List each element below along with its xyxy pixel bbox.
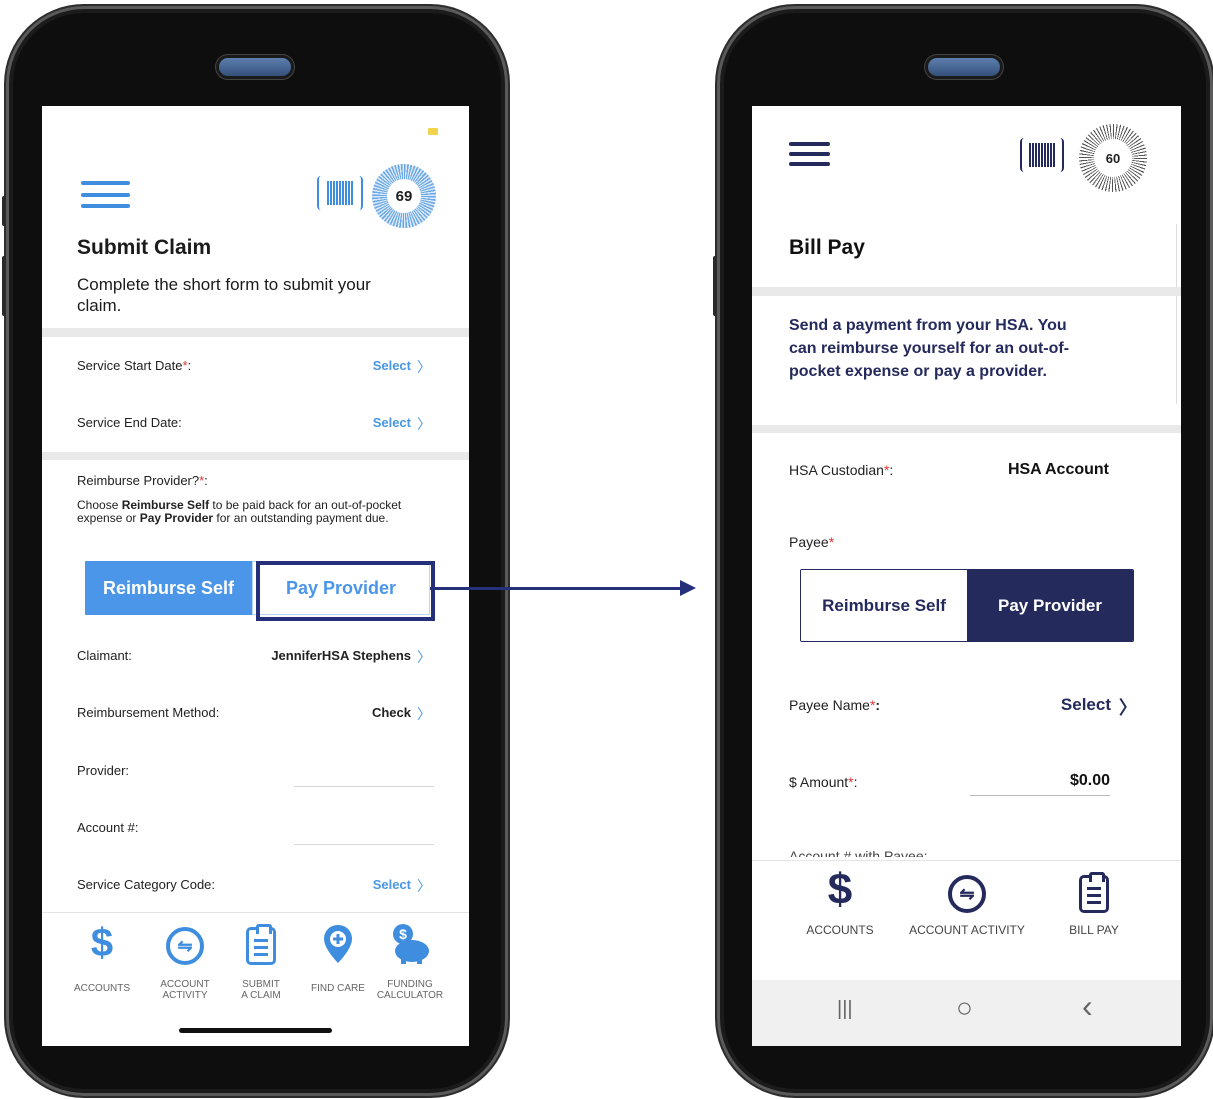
nav-label: ACCOUNT ACTIVITY (909, 923, 1025, 937)
section-divider (42, 452, 469, 460)
health-score-value: 69 (387, 179, 421, 213)
service-start-date-select[interactable]: Select (373, 358, 411, 373)
health-score-value: 60 (1094, 139, 1132, 177)
mute-switch (2, 196, 6, 226)
section-divider (42, 328, 469, 337)
barcode-scan-icon[interactable] (317, 176, 363, 210)
menu-icon[interactable] (81, 181, 130, 208)
left-phone-frame: 69 Submit Claim Complete the short form … (2, 6, 508, 1096)
nav-label: SUBMIT A CLAIM (241, 979, 281, 1001)
chevron-right-icon[interactable]: 〉 (417, 414, 431, 434)
page-description: Send a payment from your HSA. You can re… (789, 317, 1070, 380)
system-nav-bar: ||| ○ ‹ (752, 980, 1181, 1046)
payee-name-label: Payee Name*: (789, 697, 881, 713)
reimbursement-method-value[interactable]: Check (372, 705, 411, 720)
recents-button[interactable]: ||| (837, 998, 853, 1021)
nav-label: ACCOUNTS (806, 923, 874, 937)
arrow-connector (430, 587, 682, 590)
nav-find-care[interactable]: FIND CARE (300, 913, 376, 994)
section-divider (752, 425, 1181, 433)
earpiece-speaker (928, 58, 1000, 76)
dollar-icon: $ (90, 921, 114, 965)
svg-text:$: $ (399, 926, 407, 942)
back-button[interactable]: ‹ (1082, 988, 1093, 1025)
volume-button (713, 256, 717, 316)
account-number-label: Account #: (77, 820, 139, 835)
nav-accounts[interactable]: $ ACCOUNTS (802, 861, 878, 937)
nav-bill-pay[interactable]: BILL PAY (1060, 861, 1128, 936)
service-start-date-label: Service Start Date*: (77, 358, 192, 373)
service-end-date-select[interactable]: Select (373, 415, 411, 430)
dollar-icon: $ (827, 865, 853, 914)
nav-accounts[interactable]: $ ACCOUNTS (70, 913, 134, 994)
home-button[interactable]: ○ (956, 992, 973, 1024)
right-phone-frame: 60 Bill Pay Send a payment from your HSA… (713, 6, 1213, 1096)
health-score-badge[interactable]: 60 (1079, 124, 1147, 192)
scroll-indicator[interactable] (1176, 224, 1181, 404)
chevron-right-icon[interactable]: 〉 (417, 876, 431, 896)
service-category-select[interactable]: Select (373, 877, 411, 892)
earpiece-speaker (219, 58, 291, 76)
nav-label: FUNDING CALCULATOR (376, 979, 444, 1001)
nav-label: BILL PAY (1069, 923, 1119, 937)
home-indicator[interactable] (179, 1028, 332, 1033)
payee-name-select[interactable]: Select (1061, 695, 1111, 715)
arrow-head (680, 580, 696, 596)
chevron-right-icon[interactable]: 〉 (417, 704, 431, 724)
reimburse-provider-label: Reimburse Provider?*: (77, 473, 208, 488)
nav-submit-claim[interactable]: SUBMIT A CLAIM (228, 913, 294, 1001)
status-indicator (428, 128, 438, 135)
claimant-label: Claimant: (77, 648, 132, 663)
exchange-icon: ⇋ (948, 875, 986, 913)
chevron-right-icon[interactable]: 〉 (417, 357, 431, 377)
amount-value[interactable]: $0.00 (1070, 772, 1110, 790)
location-pin-icon (324, 925, 352, 963)
health-score-badge[interactable]: 69 (372, 164, 436, 228)
provider-label: Provider: (77, 763, 130, 778)
payee-label: Payee* (789, 534, 835, 550)
nav-account-activity[interactable]: ⇋ ACCOUNT ACTIVITY (907, 861, 1027, 936)
amount-label: $ Amount*: (789, 774, 858, 790)
hsa-custodian-label: HSA Custodian*: (789, 462, 894, 478)
page-description: Complete the short form to submit your c… (77, 275, 371, 315)
exchange-icon: ⇋ (166, 927, 204, 965)
nav-funding-calculator[interactable]: $ FUNDING CALCULATOR (372, 913, 448, 1001)
bottom-nav: $ ACCOUNTS ⇋ ACCOUNT ACTIVITY BILL PAY (752, 860, 1181, 980)
service-category-label: Service Category Code: (77, 877, 216, 892)
pay-provider-option[interactable]: Pay Provider (967, 570, 1133, 641)
piggy-bank-icon: $ (393, 924, 429, 964)
section-divider (752, 287, 1181, 296)
volume-up-button (2, 256, 6, 316)
account-with-payee-label: Account # with Payee: (789, 848, 928, 857)
reimburse-help-text: Choose Reimburse Self to be paid back fo… (77, 498, 402, 525)
page-title: Bill Pay (789, 236, 865, 259)
chevron-right-icon[interactable]: 〉 (417, 647, 431, 667)
amount-input[interactable] (970, 795, 1110, 796)
bottom-nav: $ ACCOUNTS ⇋ ACCOUNT ACTIVITY SUBMIT A CLA… (42, 912, 469, 1046)
provider-input[interactable] (294, 786, 434, 787)
payee-toggle[interactable]: Reimburse Self Pay Provider (800, 569, 1134, 642)
reimbursement-method-label: Reimbursement Method: (77, 705, 220, 720)
nav-label: ACCOUNT ACTIVITY (160, 979, 210, 1001)
submit-claim-screen: 69 Submit Claim Complete the short form … (42, 106, 469, 1046)
nav-label: ACCOUNTS (73, 983, 131, 994)
bill-pay-screen: 60 Bill Pay Send a payment from your HSA… (752, 106, 1181, 1046)
nav-label: FIND CARE (311, 983, 365, 994)
hsa-custodian-value[interactable]: HSA Account (1008, 461, 1109, 479)
chevron-right-icon[interactable]: 〉 (1119, 694, 1137, 720)
claimant-value[interactable]: JenniferHSA Stephens (271, 648, 411, 663)
reimburse-self-option[interactable]: Reimburse Self (85, 561, 252, 615)
menu-icon[interactable] (789, 142, 830, 166)
account-number-input[interactable] (294, 844, 434, 845)
reimburse-self-option[interactable]: Reimburse Self (801, 570, 967, 641)
service-end-date-label: Service End Date: (77, 415, 182, 430)
clipboard-icon (1079, 872, 1109, 913)
nav-account-activity[interactable]: ⇋ ACCOUNT ACTIVITY (150, 913, 220, 1001)
clipboard-icon (246, 924, 276, 965)
barcode-scan-icon[interactable] (1020, 138, 1064, 172)
page-title: Submit Claim (77, 236, 212, 259)
highlight-box (256, 561, 435, 621)
